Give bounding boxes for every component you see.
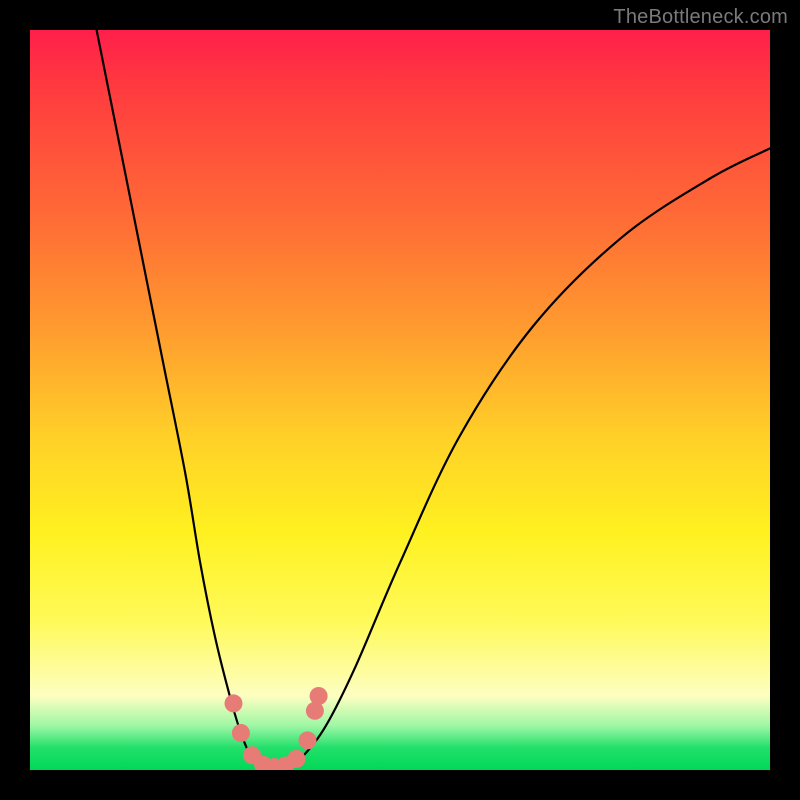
marker-dot — [225, 694, 243, 712]
marker-dot — [232, 724, 250, 742]
watermark-text: TheBottleneck.com — [613, 6, 788, 29]
curve-layer — [30, 30, 770, 770]
valley-markers — [225, 687, 328, 770]
curve-right — [289, 148, 770, 766]
plot-area — [30, 30, 770, 770]
marker-dot — [299, 731, 317, 749]
curve-left — [97, 30, 260, 766]
chart-frame: TheBottleneck.com — [0, 0, 800, 800]
marker-dot — [310, 687, 328, 705]
marker-dot — [287, 750, 305, 768]
